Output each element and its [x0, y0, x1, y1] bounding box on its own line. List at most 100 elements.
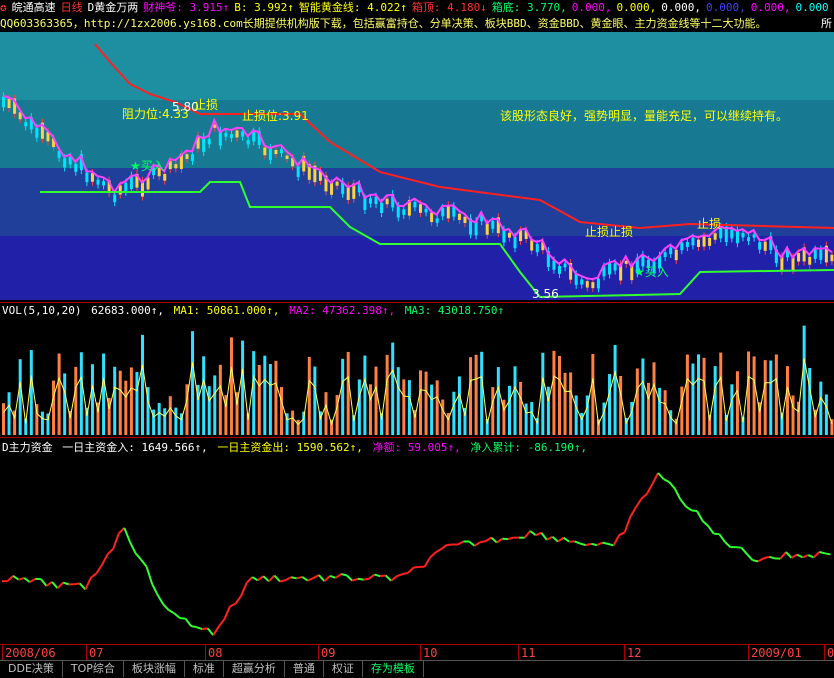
- tab-6[interactable]: 权证: [324, 661, 363, 677]
- axis-month-label: 08: [205, 645, 224, 661]
- fund-chart[interactable]: [0, 438, 834, 645]
- volume-chart[interactable]: [0, 303, 834, 437]
- fund-segment: [274, 576, 280, 582]
- tab-5[interactable]: 普通: [285, 661, 324, 677]
- candle-body: [102, 181, 105, 185]
- indicator-value-0: 财神爷: 3.915↑: [143, 1, 229, 14]
- fund-segment: [564, 538, 570, 542]
- fund-segment: [586, 544, 592, 545]
- volume-bar: [202, 356, 205, 435]
- vol-ma1: MA1: 50861.000↑,: [174, 304, 280, 317]
- volume-bar: [213, 375, 216, 435]
- candle-body: [792, 257, 795, 270]
- vol-value: 62683.000↑,: [91, 304, 164, 317]
- fund-segment: [497, 539, 503, 543]
- candle-body: [814, 250, 817, 259]
- fund-segment: [525, 531, 531, 538]
- volume-bar: [252, 351, 255, 435]
- volume-bar: [475, 355, 478, 435]
- candle-body: [575, 274, 578, 285]
- candle-body: [386, 199, 389, 205]
- volume-bar: [452, 392, 455, 435]
- volume-bar: [280, 387, 283, 435]
- volume-bar: [825, 394, 828, 435]
- fund-segment: [741, 548, 747, 554]
- volume-bar: [313, 367, 316, 435]
- candle-body: [564, 264, 567, 268]
- volume-bar: [219, 365, 222, 435]
- fund-segment: [391, 576, 397, 581]
- candle-body: [185, 154, 188, 159]
- fund-segment: [263, 576, 269, 581]
- fund-segment: [85, 578, 91, 590]
- candle-body: [691, 238, 694, 246]
- fund-segment: [475, 542, 481, 546]
- axis-month-label: 12: [624, 645, 643, 661]
- volume-bar: [269, 364, 272, 435]
- time-axis: 2008/060708091011122009/010: [0, 644, 834, 661]
- axis-month-label: 0: [824, 645, 834, 661]
- volume-legend: VOL(5,10,20) 62683.000↑, MA1: 50861.000↑…: [2, 304, 507, 317]
- fund-segment: [169, 610, 175, 613]
- candle-body: [463, 217, 466, 223]
- chart-annotation: ★买入: [634, 263, 669, 280]
- fund-segment: [814, 552, 820, 557]
- fund-segment: [480, 541, 486, 542]
- tab-7[interactable]: 存为模板: [363, 661, 424, 677]
- fund-segment: [686, 506, 692, 510]
- vol-ma2: MA2: 47362.398↑,: [289, 304, 395, 317]
- tab-0[interactable]: DDE决策: [0, 661, 63, 677]
- fund-segment: [441, 545, 447, 549]
- fund-segment: [680, 499, 686, 506]
- candle-body: [413, 202, 416, 207]
- chart-annotation: ★买入: [130, 157, 165, 174]
- tab-4[interactable]: 超赢分析: [224, 661, 285, 677]
- app-logo-icon: ✪: [0, 1, 7, 14]
- candle-body: [741, 233, 744, 237]
- fund-segment: [113, 533, 119, 548]
- fund-segment: [786, 552, 792, 558]
- fund-segment: [608, 544, 614, 546]
- volume-panel[interactable]: VOL(5,10,20) 62683.000↑, MA1: 50861.000↑…: [0, 302, 834, 437]
- tab-2[interactable]: 板块涨幅: [124, 661, 185, 677]
- volume-bar: [680, 387, 683, 435]
- volume-bar: [541, 353, 544, 435]
- candle-body: [586, 281, 589, 287]
- volume-bar: [91, 364, 94, 435]
- volume-bar: [530, 402, 533, 435]
- volume-bar: [297, 420, 300, 435]
- tab-3[interactable]: 标准: [185, 661, 224, 677]
- fund-segment: [358, 579, 364, 580]
- fund-segment: [469, 541, 475, 545]
- candle-body: [97, 180, 100, 185]
- volume-bar: [102, 354, 105, 435]
- fund-segment: [297, 577, 303, 578]
- indicator-value-9: 0.000,: [751, 1, 791, 14]
- candle-body: [163, 174, 166, 181]
- candle-body: [208, 139, 211, 144]
- fund-segment: [764, 557, 770, 558]
- fund-segment: [8, 576, 14, 581]
- price-chart[interactable]: [0, 32, 834, 300]
- volume-bar: [691, 364, 694, 435]
- candle-body: [530, 240, 533, 250]
- fund-segment: [280, 580, 286, 581]
- main-fund-panel[interactable]: D主力资金 一日主资金入: 1649.566↑, 一日主资金出: 1590.56…: [0, 437, 834, 645]
- candle-body: [675, 250, 678, 260]
- tab-1[interactable]: TOP综合: [63, 661, 124, 677]
- fund-segment: [197, 627, 203, 629]
- volume-bar: [258, 365, 261, 435]
- candle-body: [830, 255, 833, 261]
- fund-segment: [180, 618, 186, 619]
- candle-body: [664, 252, 667, 257]
- fund-segment: [591, 544, 597, 545]
- fund-segment: [319, 575, 325, 581]
- candle-body: [124, 183, 127, 192]
- fund-segment: [236, 596, 242, 604]
- band-top: [0, 32, 834, 100]
- price-chart-panel[interactable]: 阻力位:4.335.80止损止损位:3.91该股形态良好，强势明显，量能充足，可…: [0, 32, 834, 300]
- fund-segment: [74, 583, 80, 584]
- volume-bar: [753, 356, 756, 435]
- period-label[interactable]: 日线: [61, 1, 83, 14]
- volume-bar: [547, 387, 550, 435]
